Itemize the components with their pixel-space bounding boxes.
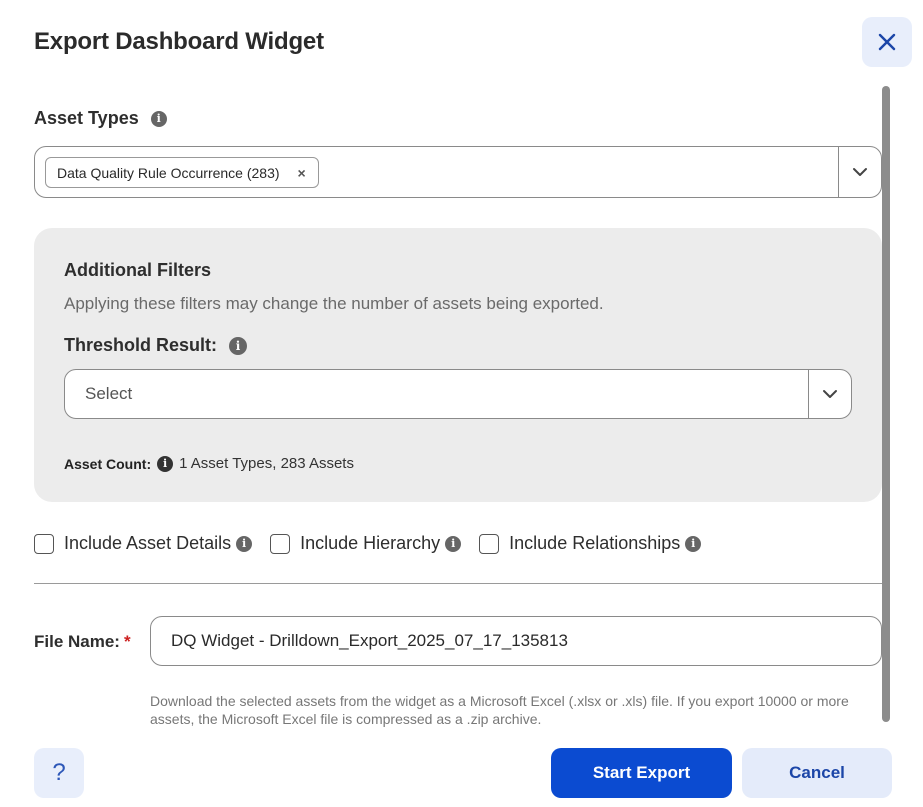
info-icon[interactable]: i [229, 336, 248, 355]
asset-types-select[interactable]: Data Quality Rule Occurrence (283) × [34, 146, 882, 198]
file-name-label-text: File Name: [34, 632, 120, 651]
asset-count: Asset Count: i 1 Asset Types, 283 Assets [64, 455, 354, 472]
file-name-label: File Name: * [34, 632, 131, 652]
filters-title: Additional Filters [64, 260, 212, 280]
info-icon[interactable]: i [150, 110, 167, 127]
include-hierarchy-checkbox[interactable] [270, 533, 291, 554]
dialog-title: Export Dashboard Widget [34, 28, 324, 55]
include-asset-details-checkbox[interactable] [34, 533, 54, 554]
export-help-text: Download the selected assets from the wi… [150, 693, 849, 727]
chip-label: Data Quality Rule Occurrence (283) [57, 164, 280, 181]
close-icon [878, 33, 896, 51]
include-relationships-label[interactable]: Include Relationships [509, 533, 680, 554]
divider [34, 583, 882, 584]
include-asset-details-option[interactable]: Include Asset Details i [34, 533, 253, 554]
info-icon[interactable]: i [685, 535, 702, 552]
scrollbar[interactable] [882, 86, 890, 722]
help-button[interactable]: ? [34, 748, 84, 798]
threshold-placeholder: Select [85, 384, 133, 403]
include-hierarchy-label[interactable]: Include Hierarchy [300, 533, 440, 554]
close-button[interactable] [862, 17, 912, 67]
additional-filters-panel: Additional Filters Applying these filter… [34, 228, 882, 502]
info-icon[interactable]: i [236, 535, 253, 552]
include-relationships-option[interactable]: Include Relationships i [479, 533, 702, 554]
asset-type-chip: Data Quality Rule Occurrence (283) × [45, 157, 319, 188]
chip-remove-icon[interactable]: × [298, 165, 306, 181]
info-icon[interactable]: i [445, 535, 462, 552]
include-asset-details-label[interactable]: Include Asset Details [64, 533, 231, 554]
asset-count-value: 1 Asset Types, 283 Assets [179, 455, 354, 472]
asset-types-label: Asset Types [34, 108, 139, 128]
required-marker: * [123, 632, 131, 651]
include-relationships-checkbox[interactable] [479, 533, 500, 554]
info-icon[interactable]: i [157, 455, 174, 472]
cancel-button[interactable]: Cancel [742, 748, 892, 798]
file-name-input[interactable] [150, 616, 882, 666]
question-icon: ? [52, 759, 66, 786]
export-options: Include Asset Details i Include Hierarch… [34, 533, 719, 554]
chevron-down-icon [853, 168, 867, 176]
threshold-label: Threshold Result: [64, 335, 218, 355]
filters-description: Applying these filters may change the nu… [64, 294, 604, 313]
threshold-dropdown-toggle[interactable] [809, 370, 851, 418]
threshold-select[interactable]: Select [64, 369, 852, 419]
asset-types-dropdown-toggle[interactable] [839, 147, 881, 197]
chevron-down-icon [823, 390, 837, 398]
asset-types-label-group: Asset Types i [34, 108, 167, 129]
threshold-label-group: Threshold Result: i [64, 335, 248, 356]
include-hierarchy-option[interactable]: Include Hierarchy i [270, 533, 462, 554]
asset-count-label: Asset Count: [64, 455, 152, 472]
start-export-button[interactable]: Start Export [551, 748, 732, 798]
